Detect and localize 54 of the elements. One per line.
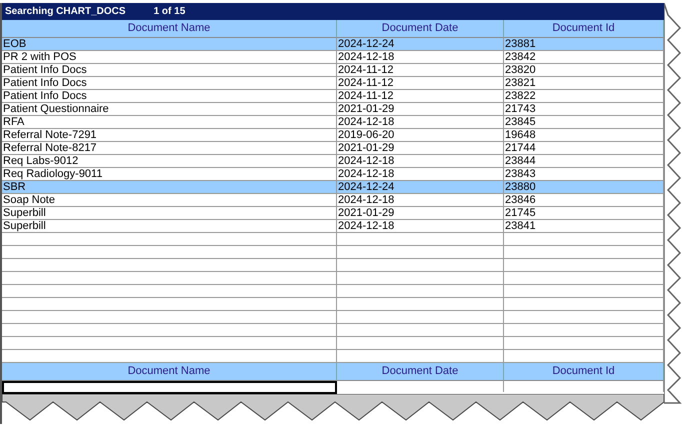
table-cell[interactable]: Patient Info Docs [2, 77, 337, 90]
table-cell[interactable]: 23843 [504, 168, 664, 181]
column-header: Document Id [504, 363, 664, 381]
table-cell[interactable]: 2019-06-20 [337, 129, 504, 142]
table-cell[interactable]: Patient Info Docs [2, 90, 337, 103]
window-title: Searching CHART_DOCS [5, 6, 126, 17]
table-cell[interactable]: 2024-12-24 [337, 181, 504, 194]
table-cell[interactable]: 23846 [504, 194, 664, 207]
table-cell[interactable]: 2024-11-12 [337, 64, 504, 77]
column-header[interactable]: Document Name [2, 20, 337, 38]
table-cell[interactable]: 2024-12-18 [337, 155, 504, 168]
table-cell[interactable]: 21744 [504, 142, 664, 155]
table-cell[interactable]: 2021-01-29 [337, 142, 504, 155]
table-cell[interactable]: 23820 [504, 64, 664, 77]
table-cell[interactable]: SBR [2, 181, 337, 194]
table-cell[interactable]: 23881 [504, 38, 664, 51]
table-cell[interactable]: 2024-12-18 [337, 168, 504, 181]
table-cell[interactable]: Soap Note [2, 194, 337, 207]
table-cell[interactable]: 23822 [504, 90, 664, 103]
table-cell[interactable]: Patient Questionnaire [2, 103, 337, 116]
filter-field[interactable] [2, 381, 337, 394]
table-cell[interactable]: RFA [2, 116, 337, 129]
table-cell[interactable]: EOB [2, 38, 337, 51]
table-cell[interactable]: 23844 [504, 155, 664, 168]
table-cell[interactable]: 21745 [504, 207, 664, 220]
column-header[interactable]: Document Id [504, 20, 664, 38]
table-cell[interactable]: PR 2 with POS [2, 51, 337, 64]
table-cell[interactable]: Superbill [2, 207, 337, 220]
record-counter: 1 of 15 [154, 6, 186, 17]
table-cell[interactable]: Req Radiology-9011 [2, 168, 337, 181]
table-cell[interactable]: 23842 [504, 51, 664, 64]
table-cell[interactable]: 2024-12-18 [337, 51, 504, 64]
table-cell[interactable]: 23880 [504, 181, 664, 194]
table-cell[interactable]: 2021-01-29 [337, 103, 504, 116]
table-cell[interactable]: 23821 [504, 77, 664, 90]
table-cell[interactable]: 21743 [504, 103, 664, 116]
table-cell[interactable]: 2024-12-18 [337, 194, 504, 207]
table-cell[interactable]: 23841 [504, 220, 664, 233]
table-cell[interactable]: Patient Info Docs [2, 64, 337, 77]
table-cell[interactable]: 2024-12-18 [337, 116, 504, 129]
table-cell[interactable]: Req Labs-9012 [2, 155, 337, 168]
table-cell[interactable]: Referral Note-7291 [2, 129, 337, 142]
table-cell[interactable]: 2021-01-29 [337, 207, 504, 220]
table-cell[interactable]: 19648 [504, 129, 664, 142]
table-cell[interactable]: Superbill [2, 220, 337, 233]
column-header: Document Name [2, 363, 337, 381]
table-cell[interactable]: 2024-11-12 [337, 90, 504, 103]
table-cell[interactable]: 2024-12-24 [337, 38, 504, 51]
table-cell[interactable]: 2024-12-18 [337, 220, 504, 233]
table-cell[interactable]: 23845 [504, 116, 664, 129]
table-cell[interactable]: 2024-11-12 [337, 77, 504, 90]
column-header[interactable]: Document Date [337, 20, 504, 38]
table-cell[interactable]: Referral Note-8217 [2, 142, 337, 155]
column-header: Document Date [337, 363, 504, 381]
